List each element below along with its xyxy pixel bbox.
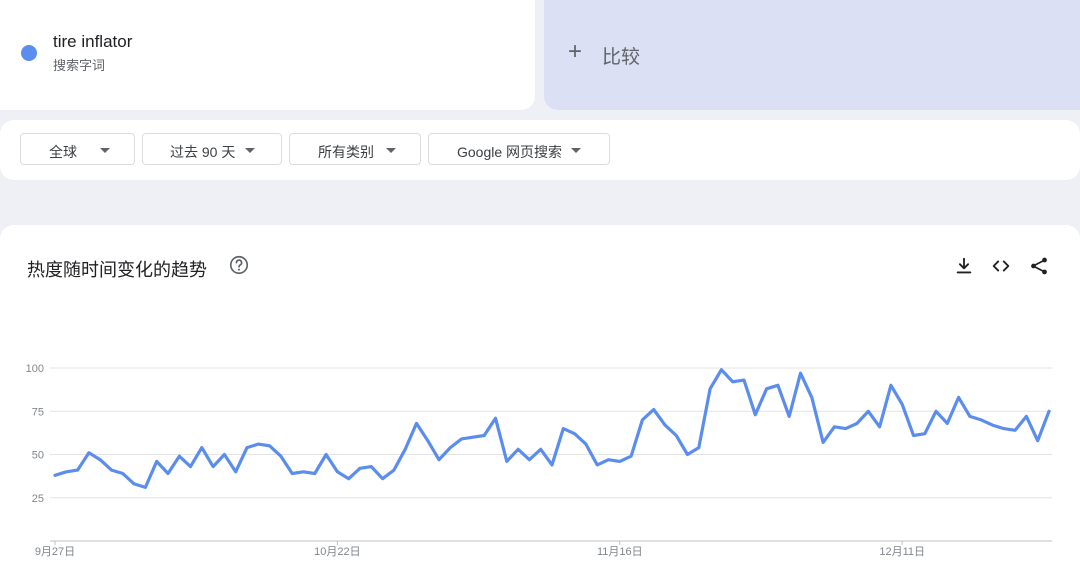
region-filter-dropdown[interactable]: 全球 [20, 133, 135, 165]
y-tick-label: 25 [32, 493, 44, 505]
trend-line-chart: 25 50 75 100 9月27日 10月22日 11月16日 12月11日 [26, 363, 1052, 558]
time-filter-label: 过去 90 天 [170, 144, 236, 160]
category-filter-dropdown[interactable]: 所有类别 [289, 133, 421, 165]
compare-label: 比较 [602, 47, 641, 68]
x-tick-label: 12月11日 [879, 546, 925, 558]
y-tick-label: 75 [32, 406, 44, 418]
plus-icon: + [568, 38, 583, 65]
term-color-dot [21, 45, 37, 61]
search-type-filter-dropdown[interactable]: Google 网页搜索 [428, 133, 610, 165]
chevron-down-icon [386, 148, 396, 153]
time-filter-dropdown[interactable]: 过去 90 天 [142, 133, 282, 165]
search-term-name[interactable]: tire inflator [53, 32, 132, 52]
x-tick-label: 9月27日 [35, 546, 75, 558]
search-type-filter-label: Google 网页搜索 [457, 144, 563, 160]
filter-bar: 全球 过去 90 天 所有类别 Google 网页搜索 [0, 120, 1080, 180]
chevron-down-icon [100, 148, 110, 153]
compare-button[interactable]: + 比较 [544, 0, 1080, 110]
y-tick-label: 50 [32, 450, 44, 462]
interest-over-time-card: 热度随时间变化的趋势 25 50 75 100 9月27日 10月22日 11月16日 12月… [0, 225, 1080, 575]
chevron-down-icon [571, 148, 581, 153]
search-term-card[interactable]: tire inflator 搜索字词 [0, 0, 535, 110]
x-tick-label: 11月16日 [597, 546, 643, 558]
y-tick-label: 100 [26, 363, 44, 375]
chevron-down-icon [245, 148, 255, 153]
category-filter-label: 所有类别 [318, 144, 374, 160]
search-term-type: 搜索字词 [53, 58, 106, 73]
region-filter-label: 全球 [49, 144, 77, 160]
x-tick-label: 10月22日 [314, 546, 360, 558]
trend-line [53, 368, 1051, 489]
